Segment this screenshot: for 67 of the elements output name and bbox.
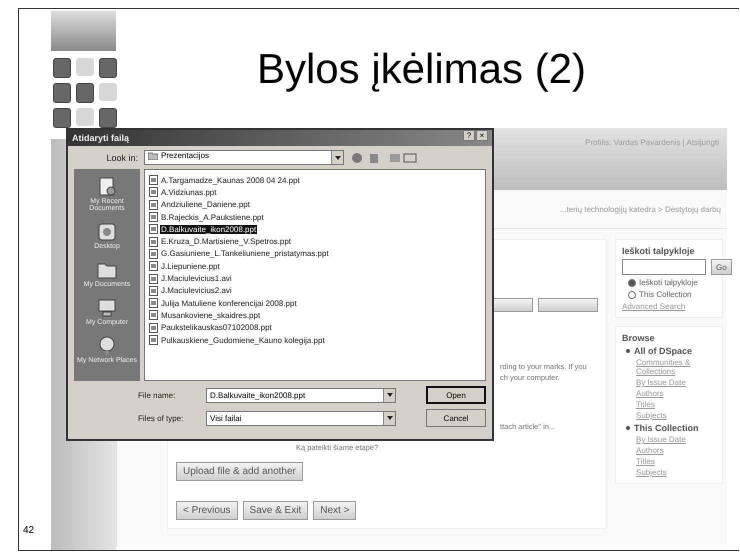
- go-button[interactable]: Go: [711, 259, 732, 275]
- look-in-label: Look in:: [105, 152, 138, 162]
- file-item[interactable]: Andziuliene_Daniene.ppt: [160, 200, 251, 210]
- file-icon: [149, 322, 158, 333]
- header-text: Profilis: Vardas Pavardenis | Atsijungti: [585, 138, 719, 149]
- file-icon: [149, 212, 158, 222]
- file-item[interactable]: Julija Matuliene konferencijai 2008.ppt: [160, 298, 298, 308]
- page-number: 42: [23, 525, 36, 536]
- file-item[interactable]: J.Maciulevicius1.avi: [160, 274, 233, 284]
- file-item[interactable]: Musankoviene_skaidres.ppt: [160, 310, 262, 320]
- desktop-icon: [97, 222, 117, 242]
- radio-button[interactable]: [628, 278, 636, 286]
- panel-heading: Ieškoti talpykloje: [622, 246, 696, 256]
- file-type-dropdown[interactable]: Visi failai: [206, 410, 396, 426]
- file-item[interactable]: A.Vidziunas.ppt: [160, 188, 218, 197]
- file-icon: [149, 310, 158, 320]
- nav-button[interactable]: < Previous: [176, 501, 238, 520]
- open-button[interactable]: Open: [426, 386, 486, 404]
- file-icon: [149, 187, 158, 198]
- file-item[interactable]: D.Balkuvaite_ikon2008.ppt: [160, 224, 258, 234]
- file-item[interactable]: J.Maciulevicius2.avi: [160, 286, 233, 296]
- file-icon: [149, 298, 158, 308]
- upload-button[interactable]: Upload file & add another: [176, 462, 303, 481]
- file-type-label: Files of type:: [138, 414, 184, 422]
- breadcrumb: ...terių technologijų katedra > Dėstytojų darbų: [560, 204, 721, 214]
- nav-button[interactable]: Next >: [313, 501, 356, 520]
- bullet-icon: [626, 426, 630, 430]
- radio-label: Ieškoti talpykloje: [639, 278, 698, 287]
- file-icon: [149, 261, 158, 272]
- bullet-icon: [626, 349, 630, 353]
- computer-icon: [97, 298, 117, 318]
- file-item[interactable]: Pulkauskiene_Gudomiene_Kauno kolegija.ppt: [160, 336, 326, 344]
- file-item[interactable]: G.Gasiuniene_L.Tankeliuniene_pristatymas.ppt: [160, 249, 330, 258]
- file-name-label: File name:: [138, 390, 176, 400]
- close-button[interactable]: ×: [476, 130, 488, 141]
- group-heading: All of DSpace: [634, 346, 692, 356]
- file-icon: [149, 224, 158, 234]
- file-icon: [149, 274, 158, 284]
- file-icon: [149, 248, 158, 259]
- file-item[interactable]: E.Kruza_D.Martisiene_V.Spetros.ppt: [160, 237, 292, 246]
- caret-icon: [386, 416, 392, 420]
- file-item[interactable]: J.Liepuniene.ppt: [160, 262, 221, 271]
- file-item[interactable]: B.Rajeckis_A.Paukstiene.ppt: [160, 212, 265, 222]
- file-icon: [149, 286, 158, 296]
- file-icon: [149, 236, 158, 247]
- file-item[interactable]: A.Targamadze_Kaunas 2008 04 24.ppt: [160, 176, 301, 185]
- file-icon: [149, 335, 158, 345]
- nav-button[interactable]: Save & Exit: [242, 501, 308, 520]
- file-item[interactable]: Paukstelikauskas07102008.ppt: [160, 323, 273, 332]
- look-in-dropdown[interactable]: Prezentacijos: [144, 150, 344, 165]
- folder-icon: [148, 152, 158, 160]
- cancel-button[interactable]: Cancel: [426, 409, 486, 427]
- document-icon: [97, 177, 117, 197]
- radio-button[interactable]: [628, 290, 636, 298]
- panel-heading: Browse: [622, 333, 656, 343]
- dialog-title: Atidaryti failą: [72, 133, 130, 143]
- slide-title: Bylos įkėlimas (2): [256, 44, 588, 94]
- file-icon: [149, 175, 158, 186]
- group-heading: This Collection: [634, 423, 699, 433]
- help-button[interactable]: ?: [463, 130, 475, 141]
- caret-icon: [386, 393, 392, 397]
- radio-label: This Collection: [639, 290, 692, 299]
- file-icon: [149, 200, 158, 210]
- file-name-field[interactable]: D.Balkuvaite_ikon2008.ppt: [206, 388, 396, 402]
- globe-icon: [97, 336, 117, 356]
- caret-icon: [334, 156, 340, 160]
- search-field[interactable]: [622, 259, 706, 275]
